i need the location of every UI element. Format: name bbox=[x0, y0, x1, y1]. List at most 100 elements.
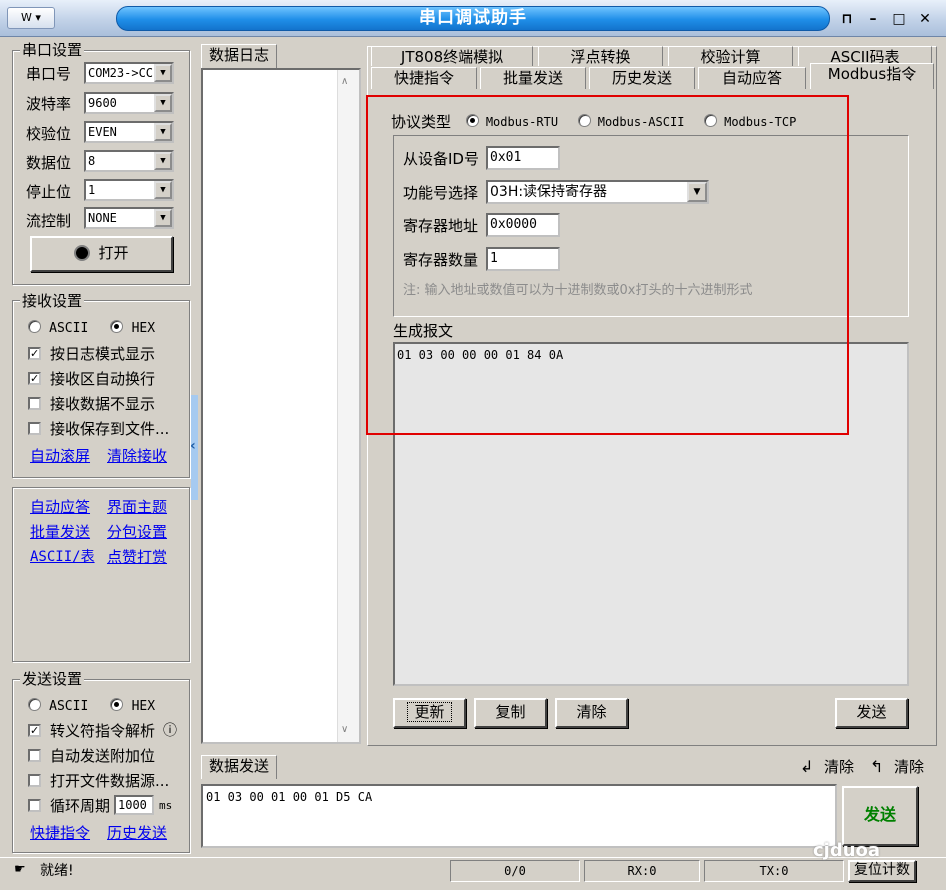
tab-data-log[interactable]: 数据日志 bbox=[201, 44, 277, 68]
save-file-checkbox[interactable] bbox=[28, 422, 41, 435]
info-icon[interactable]: ⓘ bbox=[163, 721, 177, 741]
clear-log-icon[interactable]: ↰ bbox=[870, 757, 883, 777]
baud-select[interactable]: 9600 ▼ bbox=[84, 92, 174, 114]
send-button[interactable]: 发送 bbox=[842, 786, 918, 846]
send-settings-title: 发送设置 bbox=[20, 670, 85, 688]
quick-cmd-link[interactable]: 快捷指令 bbox=[30, 823, 90, 843]
flow-value: NONE bbox=[88, 211, 117, 225]
tab-batch-send[interactable]: 批量发送 bbox=[480, 67, 586, 89]
parity-value: EVEN bbox=[88, 125, 117, 139]
databits-select[interactable]: 8 ▼ bbox=[84, 150, 174, 172]
hide-data-checkbox[interactable] bbox=[28, 397, 41, 410]
save-file-label: 接收保存到文件... bbox=[50, 420, 170, 438]
scroll-down-icon[interactable]: ∨ bbox=[341, 724, 348, 735]
tab-jt808[interactable]: JT808终端模拟 bbox=[371, 46, 533, 66]
clear-receive-link[interactable]: 清除接收 bbox=[107, 446, 167, 466]
ascii-table-link[interactable]: ASCII/表 bbox=[30, 547, 95, 567]
watermark: cjduoa bbox=[813, 840, 881, 861]
recv-format: ASCII HEX bbox=[28, 320, 155, 336]
tip-link[interactable]: 点赞打赏 bbox=[107, 547, 167, 567]
port-label: 串口号 bbox=[26, 65, 72, 83]
collapse-arrow-icon[interactable]: ‹ bbox=[190, 438, 196, 454]
tab-quick-cmd[interactable]: 快捷指令 bbox=[371, 67, 477, 89]
clear-message-button[interactable]: 清除 bbox=[555, 698, 628, 728]
update-button-label: 更新 bbox=[407, 702, 452, 722]
system-menu-button[interactable]: W ▾ bbox=[7, 7, 55, 29]
minimize-button[interactable]: – bbox=[860, 8, 886, 30]
modbus-send-button[interactable]: 发送 bbox=[835, 698, 908, 728]
log-scrollbar[interactable] bbox=[337, 70, 359, 742]
update-button[interactable]: 更新 bbox=[393, 698, 466, 728]
open-port-button[interactable]: 打开 bbox=[30, 236, 173, 272]
batch-send-link[interactable]: 批量发送 bbox=[30, 522, 90, 542]
tab-checksum[interactable]: 校验计算 bbox=[668, 46, 793, 66]
cycle-label: 循环周期 bbox=[50, 797, 111, 815]
copy-button[interactable]: 复制 bbox=[474, 698, 547, 728]
receive-settings-title: 接收设置 bbox=[20, 292, 85, 310]
tab-data-send[interactable]: 数据发送 bbox=[201, 755, 277, 779]
stopbits-select[interactable]: 1 ▼ bbox=[84, 179, 174, 201]
log-mode-checkbox[interactable]: ✓ bbox=[28, 347, 41, 360]
auto-reply-link[interactable]: 自动应答 bbox=[30, 497, 90, 517]
recv-ascii-label: ASCII bbox=[49, 321, 89, 336]
send-ascii-radio[interactable] bbox=[28, 698, 41, 711]
parity-label: 校验位 bbox=[26, 125, 72, 143]
recv-hex-label: HEX bbox=[131, 321, 156, 336]
cycle-input[interactable]: 1000 bbox=[114, 795, 154, 815]
close-button[interactable]: ✕ bbox=[912, 8, 938, 30]
serial-settings-title: 串口设置 bbox=[20, 41, 85, 59]
reset-count-button[interactable]: 复位计数 bbox=[848, 860, 916, 882]
open-file-label: 打开文件数据源... bbox=[50, 772, 170, 790]
status-icon: ☛ bbox=[14, 862, 26, 877]
stopbits-value: 1 bbox=[88, 183, 96, 197]
escape-checkbox[interactable]: ✓ bbox=[28, 724, 41, 737]
stopbits-label: 停止位 bbox=[26, 183, 72, 201]
tab-auto-reply[interactable]: 自动应答 bbox=[698, 67, 806, 89]
packet-settings-link[interactable]: 分包设置 bbox=[107, 522, 167, 542]
send-data-input[interactable]: 01 03 00 01 00 01 D5 CA bbox=[201, 784, 837, 848]
auto-scroll-link[interactable]: 自动滚屏 bbox=[30, 446, 90, 466]
recv-hex-radio[interactable] bbox=[110, 320, 124, 333]
cycle-unit: ms bbox=[159, 799, 173, 812]
chevron-down-icon[interactable]: ▼ bbox=[154, 123, 172, 141]
open-file-checkbox[interactable] bbox=[28, 774, 41, 787]
flow-select[interactable]: NONE ▼ bbox=[84, 207, 174, 229]
send-ascii-label: ASCII bbox=[49, 699, 89, 714]
tab-modbus[interactable]: Modbus指令 bbox=[810, 63, 934, 89]
send-format: ASCII HEX bbox=[28, 698, 155, 714]
clear-send-icon[interactable]: ↲ bbox=[800, 757, 813, 777]
status-count: 0/0 bbox=[450, 860, 580, 882]
send-hex-radio[interactable] bbox=[110, 698, 124, 711]
databits-label: 数据位 bbox=[26, 154, 72, 172]
cycle-checkbox[interactable] bbox=[28, 799, 41, 812]
status-rx: RX:0 bbox=[584, 860, 700, 882]
tab-history[interactable]: 历史发送 bbox=[589, 67, 695, 89]
clear-send-link[interactable]: 清除 bbox=[824, 756, 854, 778]
chevron-down-icon[interactable]: ▼ bbox=[154, 94, 172, 112]
clear-log-link[interactable]: 清除 bbox=[894, 756, 924, 778]
chevron-down-icon[interactable]: ▼ bbox=[154, 181, 172, 199]
window-controls: ⊓ – □ ✕ bbox=[834, 8, 938, 30]
chevron-down-icon[interactable]: ▼ bbox=[154, 209, 172, 227]
log-mode-label: 按日志模式显示 bbox=[50, 345, 156, 363]
auto-wrap-label: 接收区自动换行 bbox=[50, 370, 156, 388]
theme-link[interactable]: 界面主题 bbox=[107, 497, 167, 517]
escape-label: 转义符指令解析 bbox=[50, 722, 156, 740]
chevron-down-icon[interactable]: ▼ bbox=[154, 152, 172, 170]
chevron-down-icon[interactable]: ▼ bbox=[154, 64, 172, 82]
port-select[interactable]: COM23->CC ▼ bbox=[84, 62, 174, 84]
auto-wrap-checkbox[interactable]: ✓ bbox=[28, 372, 41, 385]
auto-checksum-checkbox[interactable] bbox=[28, 749, 41, 762]
baud-label: 波特率 bbox=[26, 95, 72, 113]
send-hex-label: HEX bbox=[131, 699, 156, 714]
tab-float-convert[interactable]: 浮点转换 bbox=[538, 46, 663, 66]
open-port-label: 打开 bbox=[98, 244, 129, 262]
pin-icon[interactable]: ⊓ bbox=[834, 8, 860, 30]
history-link[interactable]: 历史发送 bbox=[107, 823, 167, 843]
window-title: 串口调试助手 bbox=[116, 6, 830, 31]
scroll-up-icon[interactable]: ∧ bbox=[341, 76, 348, 87]
hide-data-label: 接收数据不显示 bbox=[50, 395, 156, 413]
parity-select[interactable]: EVEN ▼ bbox=[84, 121, 174, 143]
recv-ascii-radio[interactable] bbox=[28, 320, 41, 333]
maximize-button[interactable]: □ bbox=[886, 8, 912, 30]
